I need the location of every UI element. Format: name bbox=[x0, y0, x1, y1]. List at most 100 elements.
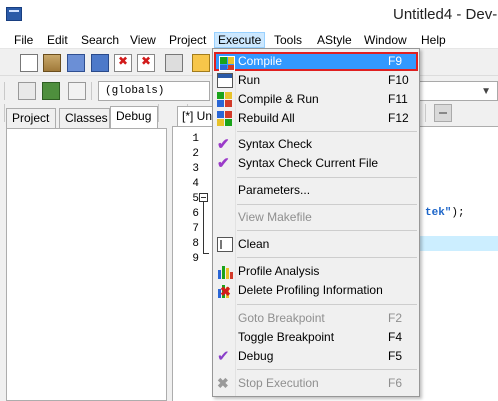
title-bar: Untitled4 - Dev- bbox=[0, 0, 498, 30]
code-fragment: tek"); bbox=[425, 207, 465, 219]
menu-item-label: View Makefile bbox=[238, 210, 312, 224]
menu-item-label: Debug bbox=[238, 349, 274, 363]
line-number: 2 bbox=[192, 148, 199, 160]
menu-item-clean[interactable]: Clean bbox=[214, 235, 418, 254]
menu-item-shortcut: F12 bbox=[388, 111, 409, 125]
toolbar-separator bbox=[91, 82, 92, 100]
menu-item-toggle-breakpoint[interactable]: Toggle Breakpoint F4 bbox=[214, 328, 418, 347]
tab-project[interactable]: Project bbox=[6, 108, 56, 128]
syntax-check-icon bbox=[217, 137, 233, 152]
close-all-icon[interactable] bbox=[137, 54, 155, 72]
menu-item-profile-analysis[interactable]: Profile Analysis bbox=[214, 262, 418, 281]
menu-item-label: Delete Profiling Information bbox=[238, 283, 383, 297]
chevron-down-icon: ▼ bbox=[481, 86, 491, 97]
scope-select[interactable]: (globals) bbox=[98, 81, 210, 101]
project-options-icon[interactable] bbox=[18, 82, 36, 100]
add-to-project-icon[interactable] bbox=[42, 82, 60, 100]
open-project-icon[interactable] bbox=[43, 54, 61, 72]
menu-window[interactable]: Window bbox=[361, 32, 410, 48]
menu-separator bbox=[237, 177, 417, 178]
menu-item-label: Syntax Check bbox=[238, 137, 313, 151]
menu-item-syntax-check[interactable]: Syntax Check bbox=[214, 135, 418, 154]
toolbar-grip bbox=[4, 82, 5, 100]
menu-item-shortcut: F4 bbox=[388, 330, 403, 344]
code-tail: ); bbox=[451, 207, 465, 219]
menu-help[interactable]: Help bbox=[418, 32, 449, 48]
menu-item-label: Compile & Run bbox=[238, 92, 319, 106]
menu-item-debug[interactable]: Debug F5 bbox=[214, 347, 418, 366]
menu-item-shortcut: F11 bbox=[388, 92, 408, 106]
menu-search[interactable]: Search bbox=[78, 32, 122, 48]
tab-debug[interactable]: Debug bbox=[110, 106, 158, 128]
current-line-highlight bbox=[419, 236, 498, 251]
function-select[interactable]: ▼ bbox=[418, 81, 498, 101]
menu-item-label: Rebuild All bbox=[238, 111, 295, 125]
menu-astyle[interactable]: AStyle bbox=[314, 32, 355, 48]
print-icon[interactable] bbox=[165, 54, 183, 72]
menu-item-label: Stop Execution bbox=[238, 376, 319, 390]
syntax-check-file-icon bbox=[217, 156, 233, 171]
menu-item-compile-run[interactable]: Compile & Run F11 bbox=[214, 90, 418, 109]
line-number: 4 bbox=[192, 178, 199, 190]
menu-item-compile[interactable]: Compile F9 bbox=[214, 52, 418, 71]
menu-tools[interactable]: Tools bbox=[271, 32, 305, 48]
compile-run-icon bbox=[217, 92, 233, 107]
ide-window: Untitled4 - Dev- File Edit Search View P… bbox=[0, 0, 498, 401]
menu-item-label: Clean bbox=[238, 237, 270, 251]
menu-item-delete-profiling[interactable]: Delete Profiling Information bbox=[214, 281, 418, 301]
menu-item-label: Run bbox=[238, 73, 261, 87]
menu-item-syntax-check-current[interactable]: Syntax Check Current File bbox=[214, 154, 418, 173]
menu-edit[interactable]: Edit bbox=[44, 32, 71, 48]
menu-execute[interactable]: Execute bbox=[214, 32, 266, 48]
menu-file[interactable]: File bbox=[11, 32, 36, 48]
line-number: 9 bbox=[192, 253, 199, 265]
line-number: 8 bbox=[192, 238, 199, 250]
menu-view[interactable]: View bbox=[127, 32, 159, 48]
menu-separator bbox=[237, 230, 417, 231]
window-title: Untitled4 - Dev- bbox=[393, 6, 498, 23]
menu-item-shortcut: F10 bbox=[388, 73, 409, 87]
new-file-icon[interactable] bbox=[20, 54, 38, 72]
tab-classes[interactable]: Classes bbox=[59, 108, 110, 128]
toolbar-separator bbox=[425, 104, 426, 122]
menu-item-view-makefile: View Makefile bbox=[214, 208, 418, 227]
fold-line-end bbox=[203, 253, 209, 254]
menu-project[interactable]: Project bbox=[166, 32, 209, 48]
app-logo-icon[interactable] bbox=[6, 7, 22, 21]
menu-item-label: Parameters... bbox=[238, 183, 311, 197]
line-number: 6 bbox=[192, 208, 199, 220]
remove-from-project-icon[interactable] bbox=[68, 82, 86, 100]
fold-line bbox=[203, 202, 204, 254]
fold-toggle-icon[interactable] bbox=[199, 193, 208, 202]
menu-separator bbox=[237, 257, 417, 258]
menu-item-run[interactable]: Run F10 bbox=[214, 71, 418, 90]
debug-icon bbox=[217, 349, 233, 364]
menu-item-shortcut: F6 bbox=[388, 376, 403, 390]
line-number: 3 bbox=[192, 163, 199, 175]
profile-icon bbox=[217, 264, 233, 279]
menu-separator bbox=[237, 369, 417, 370]
save-all-icon[interactable] bbox=[91, 54, 109, 72]
menu-item-label: Toggle Breakpoint bbox=[238, 330, 335, 344]
menu-item-parameters[interactable]: Parameters... bbox=[214, 181, 418, 200]
save-icon[interactable] bbox=[67, 54, 85, 72]
menu-item-rebuild-all[interactable]: Rebuild All F12 bbox=[214, 109, 418, 128]
menu-item-label: Goto Breakpoint bbox=[238, 311, 325, 325]
menu-item-stop-execution: Stop Execution F6 bbox=[214, 374, 418, 393]
left-panel bbox=[6, 128, 167, 401]
execute-menu-dropdown: Compile F9 Run F10 Compile & Run F11 Reb… bbox=[212, 48, 420, 397]
toggle-icon[interactable] bbox=[434, 104, 452, 122]
edit-icon[interactable] bbox=[192, 54, 210, 72]
delete-profile-icon bbox=[217, 282, 233, 301]
line-number: 5 bbox=[192, 193, 199, 205]
menu-separator bbox=[237, 304, 417, 305]
menu-item-label: Compile bbox=[238, 54, 283, 68]
menu-bar: File Edit Search View Project Execute To… bbox=[0, 30, 498, 49]
menu-item-shortcut: F5 bbox=[388, 349, 403, 363]
rebuild-icon bbox=[217, 111, 233, 126]
close-file-icon[interactable] bbox=[114, 54, 132, 72]
menu-item-label: Profile Analysis bbox=[238, 264, 320, 278]
clean-icon bbox=[217, 237, 233, 252]
menu-separator bbox=[237, 204, 417, 205]
run-icon bbox=[217, 73, 233, 88]
